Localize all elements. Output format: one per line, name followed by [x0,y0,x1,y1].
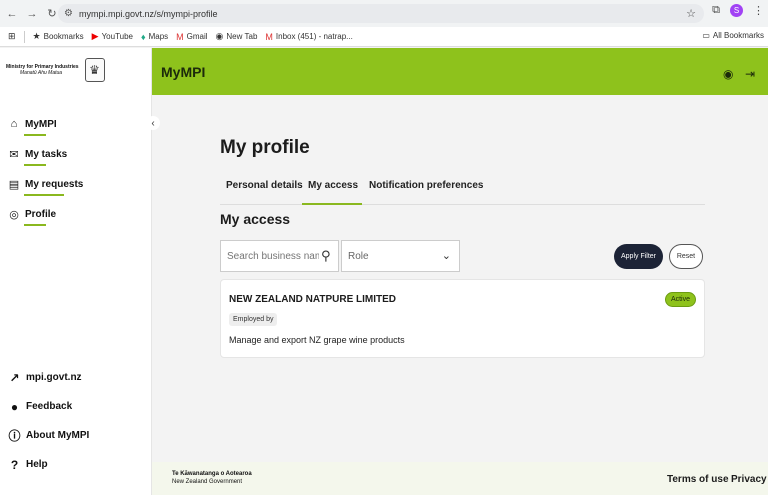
menu-icon[interactable]: ⋮ [753,4,764,17]
item-underline [24,224,46,226]
apps-icon[interactable]: ⊞ [8,31,16,42]
url-text: mympi.mpi.govt.nz/s/mympi-profile [78,8,218,19]
sidebar-item-profile[interactable]: ◎ Profile [8,208,56,221]
document-icon: ▤ [8,178,20,191]
home-icon: ⌂ [10,118,18,130]
browser-toolbar: ← → ↻ ⚙ mympi.mpi.govt.nz/s/mympi-profil… [0,0,768,27]
reset-button[interactable]: Reset [669,244,703,269]
arrow-up-right-icon: ↗ [9,370,20,385]
mail-icon: ✉ [9,148,19,161]
chat-icon: ● [10,399,19,414]
collapse-sidebar-button[interactable]: ‹ [146,116,160,130]
business-description: Manage and export NZ grape wine products [229,335,405,345]
tab-personal-details[interactable]: Personal details [226,180,303,191]
folder-icon: ▭ [702,31,710,40]
address-bar[interactable]: ⚙ mympi.mpi.govt.nz/s/mympi-profile ☆ [58,4,704,23]
bookmark-new-tab[interactable]: ◉ New Tab [216,31,258,42]
tab-search-icon[interactable]: ⧉ [712,4,720,17]
sidebar-item-mympi[interactable]: ⌂ MyMPI [8,118,57,130]
search-field: ⚲ [220,240,339,272]
nz-government-logo: Te Kāwanatanga o Aotearoa New Zealand Go… [172,471,252,485]
bookmark-star-icon[interactable]: ☆ [686,7,696,20]
relationship-badge: Employed by [229,313,278,326]
chevron-left-icon: ‹ [151,117,155,129]
access-card: NEW ZEALAND NATPURE LIMITED Employed by … [220,279,705,358]
chevron-down-icon: ⌄ [441,250,451,262]
all-bookmarks[interactable]: ▭ All Bookmarks [702,31,764,40]
bookmarks-bar: ⊞ ★ Bookmarks ▶ YouTube ♦ Maps M Gmail ◉ New … [0,27,768,47]
info-icon: ⓘ [8,429,21,443]
link-mpi-govt[interactable]: ↗ mpi.govt.nz [8,370,81,385]
logout-icon[interactable]: ⇥ [745,67,755,81]
item-underline [24,194,64,196]
search-icon[interactable]: ⚲ [321,248,331,264]
active-indicator [24,134,46,136]
profile-tabs: Personal details My access Notification … [220,176,705,205]
link-feedback[interactable]: ● Feedback [8,399,72,414]
status-badge: Active [664,292,696,307]
tab-notification-preferences[interactable]: Notification preferences [369,180,483,191]
terms-link[interactable]: Terms of use [667,474,729,485]
sidebar-item-my-tasks[interactable]: ✉ My tasks [8,148,67,161]
user-circle-icon: ◎ [9,208,19,221]
mpi-logo[interactable]: Ministry for Primary Industries Manatū A… [6,58,105,82]
crest-icon: ♛ [84,58,105,82]
tab-my-access[interactable]: My access [308,180,358,191]
apply-filter-button[interactable]: Apply Filter [614,244,663,269]
bookmark-maps[interactable]: ♦ Maps [141,32,168,42]
logo-text: Ministry for Primary Industries Manatū A… [6,64,79,76]
privacy-link[interactable]: Privacy [731,474,767,485]
help-icon: ? [10,457,19,472]
link-help[interactable]: ? Help [8,457,48,472]
role-select-value: Role [348,250,369,262]
forward-icon[interactable]: → [24,6,40,22]
bookmark-gmail[interactable]: M Gmail [176,32,207,42]
back-icon[interactable]: ← [4,6,20,22]
section-title: My access [220,211,291,227]
account-icon[interactable]: ◉ [723,67,733,81]
app-header: MyMPI ◉ ⇥ [152,48,768,95]
footer: Te Kāwanatanga o Aotearoa New Zealand Go… [152,462,768,495]
site-info-icon[interactable]: ⚙ [64,8,73,19]
profile-avatar[interactable]: S [730,4,743,17]
bookmark-bookmarks[interactable]: ★ Bookmarks [33,31,84,42]
role-select[interactable]: Role ⌄ [341,240,460,272]
sidebar-item-my-requests[interactable]: ▤ My requests [8,178,84,191]
item-underline [24,164,46,166]
bookmark-youtube[interactable]: ▶ YouTube [92,31,133,42]
page-title: My profile [220,137,310,158]
business-name: NEW ZEALAND NATPURE LIMITED [229,294,397,305]
app-title: MyMPI [161,64,206,80]
link-about[interactable]: ⓘ About MyMPI [8,429,89,443]
bookmark-inbox[interactable]: M Inbox (451) - natrap... [265,32,352,42]
active-tab-indicator [302,203,362,205]
sidebar: Ministry for Primary Industries Manatū A… [0,48,152,495]
search-input[interactable] [227,250,319,262]
